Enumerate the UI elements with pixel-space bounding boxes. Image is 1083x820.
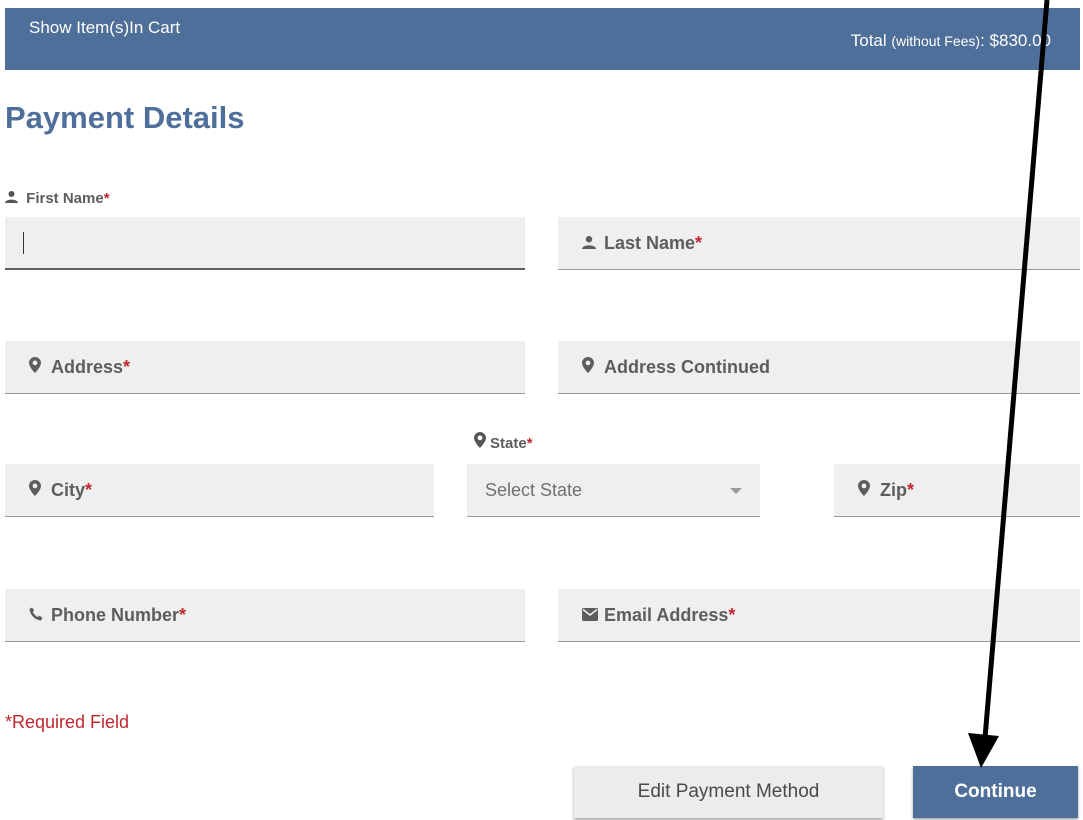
total-qualifier: (without Fees) — [891, 33, 981, 49]
email-field[interactable]: Email Address* — [558, 589, 1080, 642]
state-selected-value: Select State — [485, 480, 583, 500]
text-cursor — [23, 232, 24, 254]
show-items-in-cart-link[interactable]: Show Item(s)In Cart — [29, 18, 180, 38]
total-value: : $830.00 — [980, 31, 1051, 50]
email-placeholder: Email Address* — [582, 605, 735, 626]
envelope-icon — [582, 605, 600, 626]
state-label: State* — [474, 432, 533, 452]
zip-placeholder: Zip* — [858, 480, 914, 501]
cart-bar: Show Item(s)In Cart Total (without Fees)… — [5, 8, 1080, 70]
state-select[interactable]: Select State — [467, 464, 760, 517]
zip-field[interactable]: Zip* — [834, 464, 1080, 517]
address-continued-placeholder: Address Continued — [582, 357, 770, 378]
phone-field[interactable]: Phone Number* — [5, 589, 525, 642]
required-field-note: *Required Field — [5, 712, 130, 732]
dropdown-arrow-icon — [730, 488, 742, 494]
address-continued-field[interactable]: Address Continued — [558, 341, 1080, 394]
location-pin-icon — [29, 357, 47, 378]
address-placeholder: Address* — [29, 357, 130, 378]
person-icon — [5, 190, 22, 207]
total-label: Total — [850, 31, 892, 50]
city-field[interactable]: City* — [5, 464, 434, 517]
city-placeholder: City* — [29, 480, 92, 501]
edit-payment-method-button[interactable]: Edit Payment Method — [574, 766, 883, 818]
phone-icon — [29, 605, 47, 626]
location-pin-icon — [858, 480, 876, 501]
person-icon — [582, 233, 600, 254]
first-name-field[interactable] — [5, 217, 525, 270]
location-pin-icon — [474, 432, 486, 452]
location-pin-icon — [29, 480, 47, 501]
first-name-label: First Name* — [5, 190, 110, 207]
last-name-field[interactable]: Last Name* — [558, 217, 1080, 270]
phone-placeholder: Phone Number* — [29, 605, 186, 626]
page-title: Payment Details — [5, 100, 245, 135]
last-name-placeholder: Last Name* — [582, 233, 702, 254]
annotation-arrow-head — [968, 733, 999, 768]
cart-total: Total (without Fees): $830.00 — [851, 31, 1051, 51]
location-pin-icon — [582, 357, 600, 378]
continue-button[interactable]: Continue — [913, 766, 1078, 818]
address-field[interactable]: Address* — [5, 341, 525, 394]
